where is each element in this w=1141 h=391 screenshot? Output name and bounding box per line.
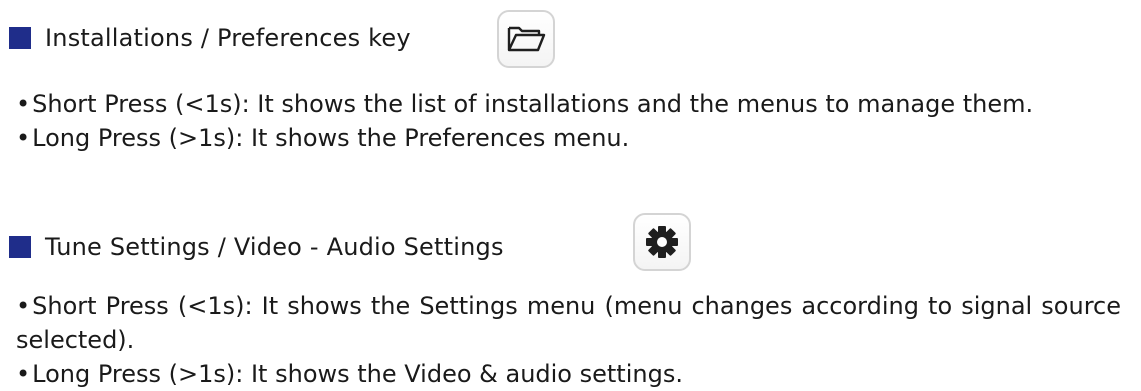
square-bullet-icon — [9, 27, 31, 49]
gear-icon — [646, 226, 678, 258]
section-heading-installations: Installations / Preferences key — [9, 24, 411, 52]
folder-icon — [507, 26, 546, 52]
installations-preferences-key[interactable] — [497, 10, 555, 68]
square-bullet-icon — [9, 236, 31, 258]
heading-text: Tune Settings / Video - Audio Settings — [45, 233, 504, 261]
bullet-item: •Short Press (<1s): It shows the list of… — [16, 90, 1034, 118]
tune-settings-key[interactable] — [633, 213, 691, 271]
bullet-item: •Long Press (>1s): It shows the Video & … — [16, 360, 683, 388]
heading-text: Installations / Preferences key — [45, 24, 411, 52]
section-heading-tune-settings: Tune Settings / Video - Audio Settings — [9, 233, 504, 261]
bullet-item: •Long Press (>1s): It shows the Preferen… — [16, 124, 630, 152]
bullet-list-tune-settings: •Short Press (<1s): It shows the Setting… — [16, 289, 1121, 391]
bullet-item: •Short Press (<1s): It shows the Setting… — [16, 292, 1121, 354]
bullet-list-installations: •Short Press (<1s): It shows the list of… — [16, 87, 1121, 155]
